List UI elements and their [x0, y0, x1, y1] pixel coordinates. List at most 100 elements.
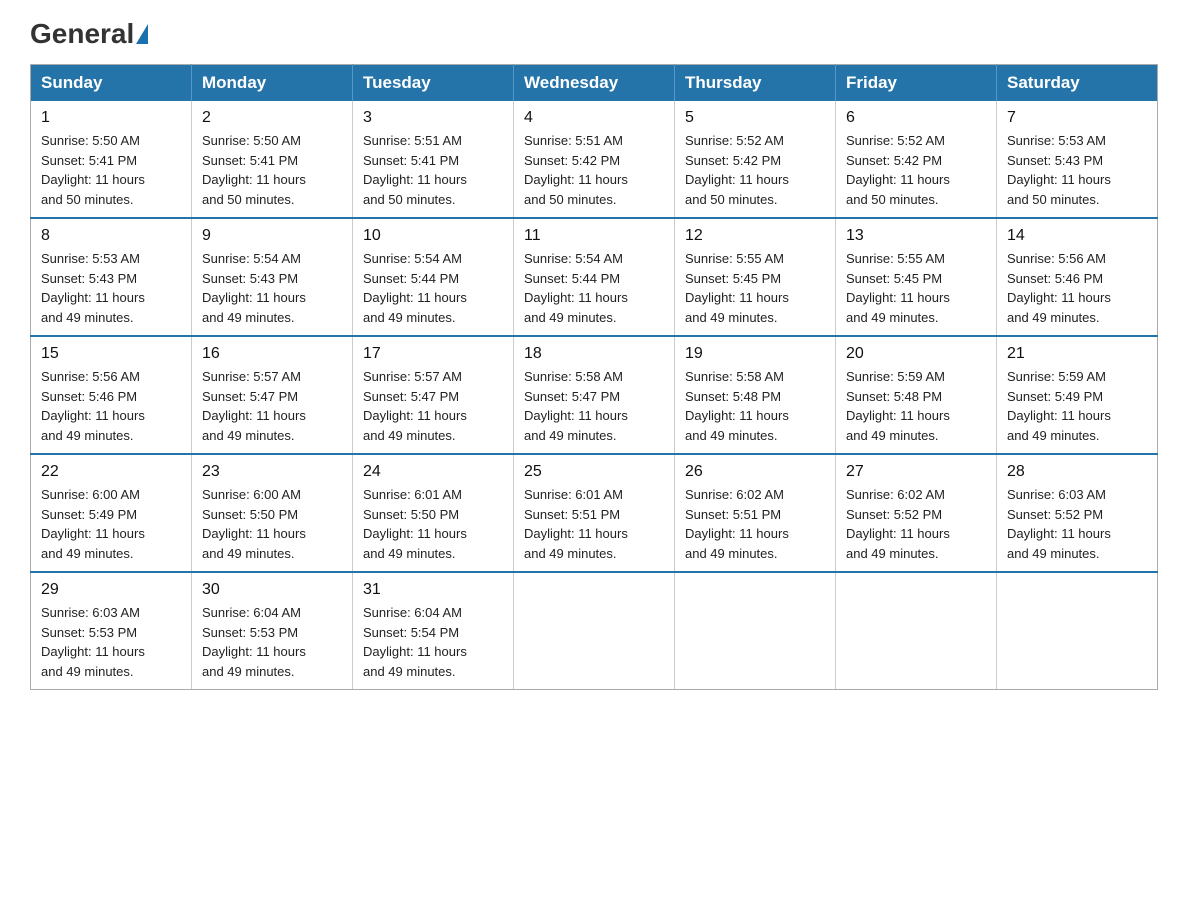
day-info: Sunrise: 6:03 AMSunset: 5:52 PMDaylight:…: [1007, 485, 1147, 563]
day-info: Sunrise: 5:54 AMSunset: 5:44 PMDaylight:…: [524, 249, 664, 327]
day-info: Sunrise: 5:55 AMSunset: 5:45 PMDaylight:…: [685, 249, 825, 327]
calendar-cell: [514, 572, 675, 690]
calendar-cell: 29 Sunrise: 6:03 AMSunset: 5:53 PMDaylig…: [31, 572, 192, 690]
logo: General: [30, 20, 150, 46]
day-number: 10: [363, 227, 503, 245]
calendar-cell: 7 Sunrise: 5:53 AMSunset: 5:43 PMDayligh…: [997, 101, 1158, 218]
day-number: 24: [363, 463, 503, 481]
calendar-cell: 10 Sunrise: 5:54 AMSunset: 5:44 PMDaylig…: [353, 218, 514, 336]
calendar-body: 1 Sunrise: 5:50 AMSunset: 5:41 PMDayligh…: [31, 101, 1158, 690]
weekday-header-friday: Friday: [836, 65, 997, 102]
day-info: Sunrise: 6:01 AMSunset: 5:51 PMDaylight:…: [524, 485, 664, 563]
calendar-cell: 9 Sunrise: 5:54 AMSunset: 5:43 PMDayligh…: [192, 218, 353, 336]
day-info: Sunrise: 5:55 AMSunset: 5:45 PMDaylight:…: [846, 249, 986, 327]
day-info: Sunrise: 5:53 AMSunset: 5:43 PMDaylight:…: [41, 249, 181, 327]
day-number: 27: [846, 463, 986, 481]
day-number: 16: [202, 345, 342, 363]
day-number: 19: [685, 345, 825, 363]
day-number: 12: [685, 227, 825, 245]
day-info: Sunrise: 6:02 AMSunset: 5:51 PMDaylight:…: [685, 485, 825, 563]
day-info: Sunrise: 5:57 AMSunset: 5:47 PMDaylight:…: [202, 367, 342, 445]
calendar-cell: 2 Sunrise: 5:50 AMSunset: 5:41 PMDayligh…: [192, 101, 353, 218]
calendar-cell: 24 Sunrise: 6:01 AMSunset: 5:50 PMDaylig…: [353, 454, 514, 572]
day-info: Sunrise: 5:53 AMSunset: 5:43 PMDaylight:…: [1007, 131, 1147, 209]
day-info: Sunrise: 6:01 AMSunset: 5:50 PMDaylight:…: [363, 485, 503, 563]
day-info: Sunrise: 5:54 AMSunset: 5:43 PMDaylight:…: [202, 249, 342, 327]
logo-general-text: General: [30, 20, 134, 48]
weekday-row: SundayMondayTuesdayWednesdayThursdayFrid…: [31, 65, 1158, 102]
calendar-cell: 28 Sunrise: 6:03 AMSunset: 5:52 PMDaylig…: [997, 454, 1158, 572]
day-number: 7: [1007, 109, 1147, 127]
weekday-header-saturday: Saturday: [997, 65, 1158, 102]
calendar-cell: 13 Sunrise: 5:55 AMSunset: 5:45 PMDaylig…: [836, 218, 997, 336]
weekday-header-sunday: Sunday: [31, 65, 192, 102]
day-number: 20: [846, 345, 986, 363]
day-info: Sunrise: 5:51 AMSunset: 5:41 PMDaylight:…: [363, 131, 503, 209]
day-number: 25: [524, 463, 664, 481]
day-info: Sunrise: 5:58 AMSunset: 5:48 PMDaylight:…: [685, 367, 825, 445]
calendar-table: SundayMondayTuesdayWednesdayThursdayFrid…: [30, 64, 1158, 690]
day-info: Sunrise: 5:50 AMSunset: 5:41 PMDaylight:…: [41, 131, 181, 209]
day-number: 22: [41, 463, 181, 481]
day-number: 14: [1007, 227, 1147, 245]
day-info: Sunrise: 6:03 AMSunset: 5:53 PMDaylight:…: [41, 603, 181, 681]
weekday-header-wednesday: Wednesday: [514, 65, 675, 102]
day-info: Sunrise: 5:51 AMSunset: 5:42 PMDaylight:…: [524, 131, 664, 209]
day-info: Sunrise: 5:59 AMSunset: 5:49 PMDaylight:…: [1007, 367, 1147, 445]
calendar-header: SundayMondayTuesdayWednesdayThursdayFrid…: [31, 65, 1158, 102]
day-info: Sunrise: 5:50 AMSunset: 5:41 PMDaylight:…: [202, 131, 342, 209]
day-number: 26: [685, 463, 825, 481]
day-info: Sunrise: 5:56 AMSunset: 5:46 PMDaylight:…: [41, 367, 181, 445]
day-info: Sunrise: 5:54 AMSunset: 5:44 PMDaylight:…: [363, 249, 503, 327]
day-info: Sunrise: 6:00 AMSunset: 5:49 PMDaylight:…: [41, 485, 181, 563]
day-info: Sunrise: 5:56 AMSunset: 5:46 PMDaylight:…: [1007, 249, 1147, 327]
day-number: 5: [685, 109, 825, 127]
day-number: 30: [202, 581, 342, 599]
calendar-cell: 26 Sunrise: 6:02 AMSunset: 5:51 PMDaylig…: [675, 454, 836, 572]
day-info: Sunrise: 6:00 AMSunset: 5:50 PMDaylight:…: [202, 485, 342, 563]
weekday-header-monday: Monday: [192, 65, 353, 102]
calendar-cell: 5 Sunrise: 5:52 AMSunset: 5:42 PMDayligh…: [675, 101, 836, 218]
calendar-cell: 17 Sunrise: 5:57 AMSunset: 5:47 PMDaylig…: [353, 336, 514, 454]
day-number: 6: [846, 109, 986, 127]
weekday-header-thursday: Thursday: [675, 65, 836, 102]
day-number: 8: [41, 227, 181, 245]
day-info: Sunrise: 5:52 AMSunset: 5:42 PMDaylight:…: [846, 131, 986, 209]
day-info: Sunrise: 5:52 AMSunset: 5:42 PMDaylight:…: [685, 131, 825, 209]
calendar-cell: 12 Sunrise: 5:55 AMSunset: 5:45 PMDaylig…: [675, 218, 836, 336]
day-number: 29: [41, 581, 181, 599]
page-header: General: [30, 20, 1158, 46]
calendar-week-row: 15 Sunrise: 5:56 AMSunset: 5:46 PMDaylig…: [31, 336, 1158, 454]
calendar-cell: 3 Sunrise: 5:51 AMSunset: 5:41 PMDayligh…: [353, 101, 514, 218]
calendar-cell: 6 Sunrise: 5:52 AMSunset: 5:42 PMDayligh…: [836, 101, 997, 218]
calendar-cell: 1 Sunrise: 5:50 AMSunset: 5:41 PMDayligh…: [31, 101, 192, 218]
logo-triangle-icon: [136, 24, 148, 44]
calendar-cell: [675, 572, 836, 690]
day-number: 28: [1007, 463, 1147, 481]
day-info: Sunrise: 5:57 AMSunset: 5:47 PMDaylight:…: [363, 367, 503, 445]
calendar-week-row: 1 Sunrise: 5:50 AMSunset: 5:41 PMDayligh…: [31, 101, 1158, 218]
calendar-cell: 27 Sunrise: 6:02 AMSunset: 5:52 PMDaylig…: [836, 454, 997, 572]
calendar-week-row: 29 Sunrise: 6:03 AMSunset: 5:53 PMDaylig…: [31, 572, 1158, 690]
day-info: Sunrise: 6:04 AMSunset: 5:54 PMDaylight:…: [363, 603, 503, 681]
calendar-cell: [836, 572, 997, 690]
calendar-cell: 8 Sunrise: 5:53 AMSunset: 5:43 PMDayligh…: [31, 218, 192, 336]
calendar-cell: 23 Sunrise: 6:00 AMSunset: 5:50 PMDaylig…: [192, 454, 353, 572]
calendar-cell: 18 Sunrise: 5:58 AMSunset: 5:47 PMDaylig…: [514, 336, 675, 454]
calendar-week-row: 8 Sunrise: 5:53 AMSunset: 5:43 PMDayligh…: [31, 218, 1158, 336]
calendar-cell: 15 Sunrise: 5:56 AMSunset: 5:46 PMDaylig…: [31, 336, 192, 454]
calendar-cell: 19 Sunrise: 5:58 AMSunset: 5:48 PMDaylig…: [675, 336, 836, 454]
calendar-cell: 20 Sunrise: 5:59 AMSunset: 5:48 PMDaylig…: [836, 336, 997, 454]
calendar-week-row: 22 Sunrise: 6:00 AMSunset: 5:49 PMDaylig…: [31, 454, 1158, 572]
calendar-cell: 25 Sunrise: 6:01 AMSunset: 5:51 PMDaylig…: [514, 454, 675, 572]
day-number: 31: [363, 581, 503, 599]
calendar-cell: 4 Sunrise: 5:51 AMSunset: 5:42 PMDayligh…: [514, 101, 675, 218]
day-number: 21: [1007, 345, 1147, 363]
calendar-cell: 22 Sunrise: 6:00 AMSunset: 5:49 PMDaylig…: [31, 454, 192, 572]
day-number: 11: [524, 227, 664, 245]
calendar-cell: 31 Sunrise: 6:04 AMSunset: 5:54 PMDaylig…: [353, 572, 514, 690]
calendar-cell: 16 Sunrise: 5:57 AMSunset: 5:47 PMDaylig…: [192, 336, 353, 454]
day-number: 23: [202, 463, 342, 481]
day-number: 18: [524, 345, 664, 363]
day-number: 17: [363, 345, 503, 363]
